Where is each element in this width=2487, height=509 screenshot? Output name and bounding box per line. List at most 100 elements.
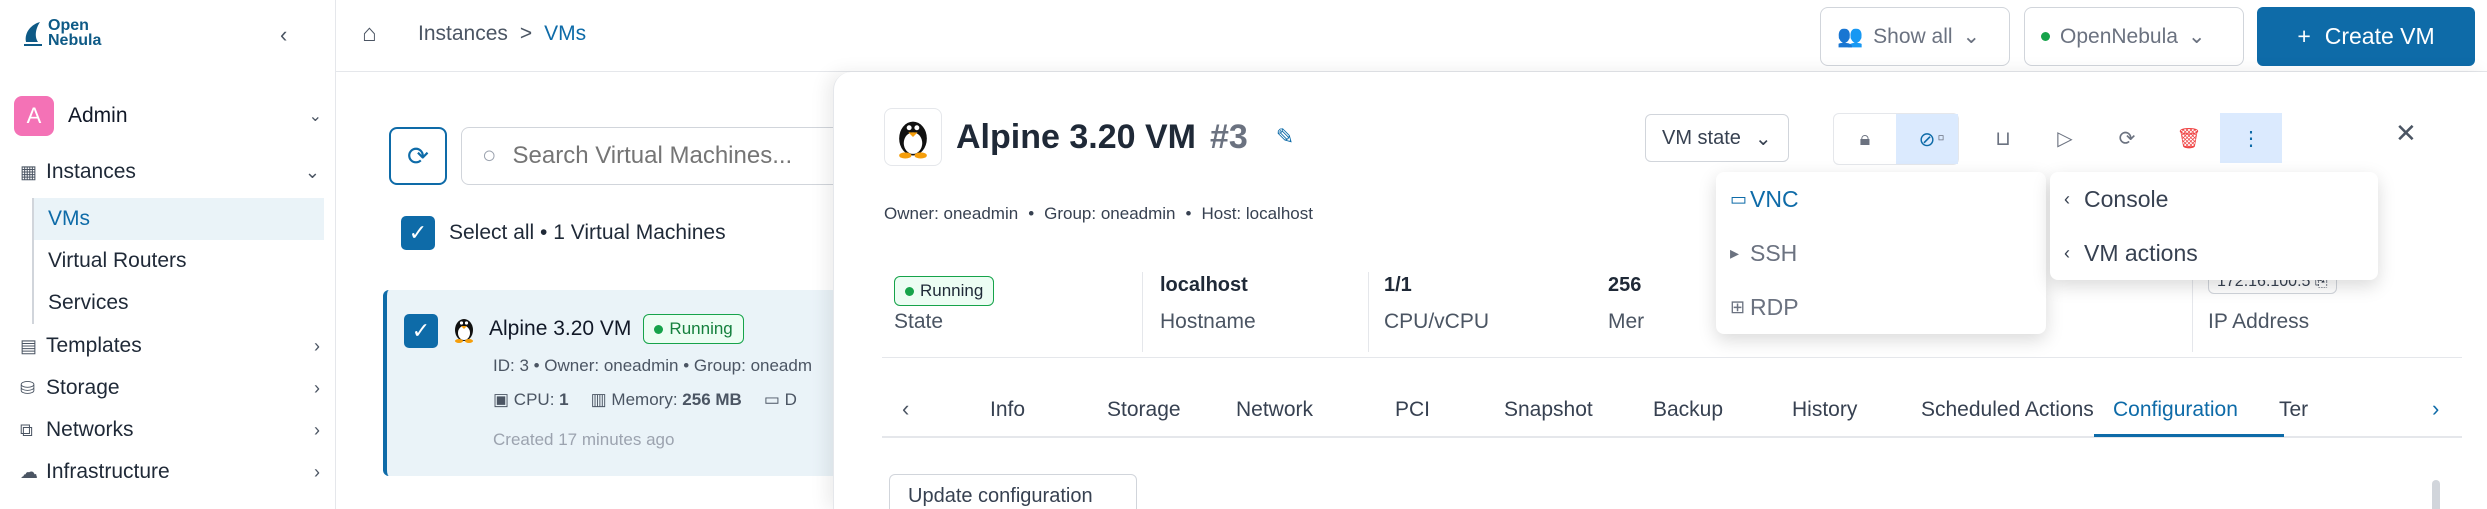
more-options-icon[interactable]: ⋮ (2220, 113, 2282, 163)
save-icon[interactable]: ▫ (1910, 113, 1972, 163)
tab-backup[interactable]: Backup (1653, 398, 1723, 422)
menu-item-vm-actions[interactable]: ‹ VM actions (2050, 226, 2378, 280)
sidebar-item-networks[interactable]: ⧉ Networks › (20, 412, 320, 448)
more-actions-menu: ‹ Console ‹ VM actions (2050, 172, 2378, 280)
vm-detail-panel: Alpine 3.20 VM #3 ✎ Owner: oneadmin • Gr… (833, 72, 2487, 509)
chevron-right-icon: › (314, 377, 320, 398)
status-dot (905, 286, 914, 296)
sidebar: Open Nebula ‹ A Admin ⌄ ▦ Instances ⌄ VM… (0, 0, 336, 509)
tab-network[interactable]: Network (1236, 398, 1313, 422)
tab-scheduled-actions[interactable]: Scheduled Actions (1921, 398, 2094, 422)
user-name: Admin (68, 104, 128, 127)
menu-item-console[interactable]: ‹ Console (2050, 172, 2378, 226)
tab-storage[interactable]: Storage (1107, 398, 1181, 422)
state-value: Running (920, 281, 984, 300)
users-icon: 👥 (1837, 24, 1864, 48)
vm-created: Created 17 minutes ago (493, 430, 675, 449)
ip-label: IP Address (2208, 310, 2310, 333)
status-dot (654, 324, 664, 334)
hostname-label: Hostname (1160, 310, 1256, 333)
tab-history[interactable]: History (1792, 398, 1857, 422)
memory-stat: ▥ Memory: 256 MB (591, 390, 742, 410)
vm-actions: ▫ ⊔ ▷ ⟳ 🗑︎ ⋮ (1910, 113, 2282, 165)
sidebar-item-templates[interactable]: ▤ Templates › (20, 328, 320, 364)
show-all-label: Show all (1873, 24, 1953, 48)
logo-mark-icon (24, 22, 42, 46)
scrollbar[interactable] (2432, 480, 2440, 509)
search-icon: ○ (482, 142, 497, 169)
chevron-down-icon: ⌄ (304, 161, 320, 182)
separator: • (1028, 204, 1035, 223)
breadcrumb-instances[interactable]: Instances (418, 22, 508, 46)
separator: • (1185, 204, 1192, 223)
memory-value: 256 MB (682, 390, 742, 409)
opennebula-logo[interactable]: Open Nebula (22, 17, 102, 49)
tab-configuration[interactable]: Configuration (2113, 398, 2238, 422)
sidebar-item-services[interactable]: Services (34, 282, 324, 324)
vm-state-label: VM state (1662, 126, 1741, 149)
state-badge: Running (894, 276, 995, 306)
menu-item-ssh[interactable]: ▸ SSH (1716, 226, 2046, 280)
home-icon[interactable]: ⌂ (362, 20, 377, 48)
vm-state-button[interactable]: VM state ⌄ (1645, 114, 1789, 162)
chevron-right-icon: › (314, 335, 320, 356)
user-menu[interactable]: A Admin ⌄ (14, 96, 322, 136)
tab-snapshot[interactable]: Snapshot (1504, 398, 1593, 422)
logo-line1: Open (48, 17, 89, 34)
cpu-label: CPU: (513, 390, 555, 409)
tab-info[interactable]: Info (990, 398, 1025, 422)
tabs-scroll-right-icon[interactable]: › (2432, 396, 2439, 422)
vm-list-item[interactable]: ✓ Alpine 3.20 VM Running ID: 3 • Owner: … (383, 290, 843, 476)
sidebar-item-storage[interactable]: ⛁ Storage › (20, 370, 320, 406)
select-all-checkbox[interactable]: ✓ (401, 216, 435, 250)
search-input[interactable] (512, 142, 813, 170)
refresh-icon: ⟳ (407, 140, 429, 171)
lock-icon[interactable]: 🔒︎ (1834, 114, 1896, 164)
tab-pci[interactable]: PCI (1395, 398, 1430, 422)
sidebar-item-infrastructure[interactable]: ☁ Infrastructure › (20, 454, 320, 490)
trash-icon[interactable]: 🗑︎ (2158, 113, 2220, 163)
vm-meta: ID: 3 • Owner: oneadmin • Group: oneadm (493, 356, 813, 375)
cloud-icon: ☁ (20, 461, 38, 482)
collapse-sidebar-icon[interactable]: ‹ (280, 22, 287, 48)
host-text: Host: localhost (1201, 204, 1313, 223)
sidebar-item-virtual-routers[interactable]: Virtual Routers (34, 240, 324, 282)
close-icon[interactable]: ✕ (2395, 118, 2417, 149)
menu-item-vnc[interactable]: ▭ VNC (1716, 172, 2046, 226)
select-all-row[interactable]: ✓ Select all • 1 Virtual Machines (401, 216, 726, 250)
window-icon: ⊞ (1730, 296, 1746, 317)
refresh-icon[interactable]: ⟳ (2096, 113, 2158, 163)
chevron-left-icon: ‹ (2064, 188, 2070, 209)
menu-item-rdp[interactable]: ⊞ RDP (1716, 280, 2046, 334)
zone-selector[interactable]: OpenNebula ⌄ (2024, 7, 2244, 66)
create-vm-button[interactable]: + Create VM (2257, 7, 2475, 66)
terminal-icon: ▸ (1730, 242, 1740, 263)
menu-item-label: VNC (1750, 185, 1799, 212)
tabs-scroll-left-icon[interactable]: ‹ (902, 396, 909, 422)
edit-name-icon[interactable]: ✎ (1276, 124, 1294, 150)
memory-icon: ▥ (590, 390, 607, 409)
status-label: Running (669, 319, 733, 338)
zone-status-dot (2041, 32, 2050, 41)
sidebar-item-instances[interactable]: ▦ Instances ⌄ (20, 154, 320, 190)
label-icon[interactable]: ▷ (2034, 113, 2096, 163)
logo-line2: Nebula (48, 32, 102, 49)
chevron-down-icon: ⌄ (1754, 127, 1772, 150)
cart-icon[interactable]: ⊔ (1972, 113, 2034, 163)
sidebar-item-vms[interactable]: VMs (34, 198, 324, 240)
vm-title: Alpine 3.20 VM Running (451, 314, 744, 344)
menu-item-label: VM actions (2084, 239, 2198, 266)
refresh-button[interactable]: ⟳ (389, 127, 447, 185)
divider (1368, 272, 1369, 352)
vm-name: Alpine 3.20 VM (489, 317, 632, 340)
instances-subnav: VMs Virtual Routers Services (32, 198, 324, 324)
vm-title-id: #3 (1209, 117, 1248, 156)
disk-icon: ▭ (763, 390, 780, 409)
tab-template[interactable]: Ter (2279, 398, 2308, 422)
update-configuration-button[interactable]: Update configuration (889, 474, 1137, 509)
show-all-button[interactable]: 👥 Show all ⌄ (1820, 7, 2010, 66)
vm-checkbox[interactable]: ✓ (404, 314, 438, 348)
templates-icon: ▤ (20, 335, 38, 356)
database-icon: ⛁ (20, 377, 36, 398)
search-box[interactable]: ○ (461, 127, 841, 185)
